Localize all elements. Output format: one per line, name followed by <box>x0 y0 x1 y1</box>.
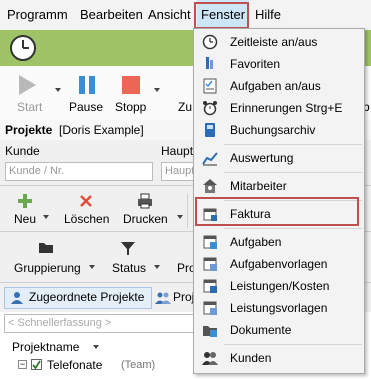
fenster-menu: Zeitleiste an/aus Favoriten Aufgaben an/… <box>193 28 365 374</box>
menu-programm[interactable]: Programm <box>3 0 72 30</box>
menu-item-aufgaben-toggle[interactable]: Aufgaben an/aus <box>194 75 364 97</box>
delete-icon[interactable] <box>79 194 93 208</box>
loeschen-button[interactable]: Löschen <box>64 212 109 226</box>
stop-icon[interactable] <box>120 74 142 96</box>
stop-dropdown-caret[interactable] <box>154 88 160 92</box>
stop-label: Stopp <box>115 100 147 114</box>
row-telefonate[interactable]: Telefonate <box>47 358 102 372</box>
team-icon <box>155 292 171 304</box>
customers-icon <box>202 352 218 365</box>
faktura-highlight-box <box>195 197 359 226</box>
menu-item-label: Erinnerungen Strg+E <box>230 101 343 115</box>
menu-item-auswertung[interactable]: Auswertung <box>194 147 364 169</box>
menu-item-leistungsvorlagen[interactable]: Leistungsvorlagen <box>194 297 364 319</box>
menu-separator <box>224 172 362 173</box>
menu-item-label: Dokumente <box>230 323 292 337</box>
menu-item-leistungen-kosten[interactable]: Leistungen/Kosten <box>194 275 364 297</box>
menu-item-label: Buchungsarchiv <box>230 123 316 137</box>
menu-separator <box>224 144 362 145</box>
menu-item-aufgaben[interactable]: Aufgaben <box>194 231 364 253</box>
menu-item-label: Auswertung <box>230 151 294 165</box>
menu-item-label: Kunden <box>230 351 272 365</box>
add-icon[interactable] <box>16 192 34 210</box>
zu-label: Zu <box>178 100 193 114</box>
menu-item-mitarbeiter[interactable]: Mitarbeiter <box>194 175 364 197</box>
menu-item-label: Aufgabenvorlagen <box>230 257 328 271</box>
tab-assigned-projects[interactable]: Zugeordnete Projekte <box>4 287 152 309</box>
kunde-input[interactable]: Kunde / Nr. <box>5 162 153 181</box>
menu-item-zeitleiste[interactable]: Zeitleiste an/aus <box>194 31 364 53</box>
pause-label: Pause <box>69 100 104 114</box>
toolbar-separator <box>187 194 188 228</box>
service-template-icon <box>203 301 217 315</box>
expand-icon[interactable]: − <box>18 360 27 369</box>
printer-icon[interactable] <box>136 192 154 210</box>
play-icon[interactable] <box>16 74 38 96</box>
gruppierung-dropdown-caret[interactable] <box>89 265 95 269</box>
employees-icon <box>203 179 217 193</box>
drucken-dropdown-caret[interactable] <box>177 215 183 219</box>
neu-dropdown-caret[interactable] <box>43 215 49 219</box>
tab-assigned-label: Zugeordnete Projekte <box>29 290 145 304</box>
menu-item-erinnerungen[interactable]: Erinnerungen Strg+E <box>194 97 364 119</box>
menu-item-label: Leistungen/Kosten <box>230 279 330 293</box>
column-projektname[interactable]: Projektname <box>12 340 79 354</box>
sort-icon[interactable] <box>93 345 99 349</box>
menu-item-label: Leistungsvorlagen <box>230 301 328 315</box>
gruppierung-button[interactable]: Gruppierung <box>14 261 81 275</box>
clock-icon <box>202 34 218 50</box>
tab-projects[interactable]: Proj <box>153 287 195 309</box>
menu-ansicht[interactable]: Ansicht <box>144 0 195 30</box>
menu-item-label: Aufgaben <box>230 235 282 249</box>
services-costs-icon <box>203 279 217 293</box>
menu-item-label: Mitarbeiter <box>230 179 287 193</box>
menu-item-buchungsarchiv[interactable]: Buchungsarchiv <box>194 119 364 141</box>
check-icon <box>32 360 41 369</box>
start-label: Start <box>17 100 43 114</box>
projects-title: Projekte <box>5 123 53 137</box>
chart-icon <box>202 152 218 166</box>
favorites-icon <box>206 57 213 69</box>
row-tag: (Team) <box>121 359 156 371</box>
menu-item-label: Favoriten <box>230 57 281 71</box>
menu-item-aufgabenvorlagen[interactable]: Aufgabenvorlagen <box>194 253 364 275</box>
tasks-icon <box>203 78 217 94</box>
menu-item-favoriten[interactable]: Favoriten <box>194 53 364 75</box>
menu-item-label: Aufgaben an/aus <box>230 79 321 93</box>
fenster-highlight-box <box>194 2 249 29</box>
status-dropdown-caret[interactable] <box>154 265 160 269</box>
filter-icon[interactable] <box>120 240 136 256</box>
menu-separator <box>224 228 362 229</box>
menu-item-dokumente[interactable]: Dokumente <box>194 319 364 341</box>
task-list-icon <box>203 235 217 249</box>
row-checkbox[interactable] <box>31 359 42 370</box>
documents-icon <box>203 326 217 337</box>
drucken-button[interactable]: Drucken <box>123 212 168 226</box>
projects-subtitle: [Doris Example] <box>59 123 144 137</box>
menu-hilfe[interactable]: Hilfe <box>251 0 285 30</box>
menu-item-label: Zeitleiste an/aus <box>230 35 318 49</box>
haupt-label: Haupt <box>161 144 194 158</box>
folder-icon[interactable] <box>38 240 54 254</box>
pause-icon[interactable] <box>76 74 98 96</box>
task-template-icon <box>203 257 217 271</box>
neu-button[interactable]: Neu <box>14 212 36 226</box>
alarm-clock-icon <box>203 101 217 116</box>
menu-bar: Programm Bearbeiten Ansicht Fenster Hilf… <box>0 0 371 31</box>
menu-separator <box>224 344 362 345</box>
start-dropdown-caret[interactable] <box>55 88 61 92</box>
user-icon <box>11 292 23 304</box>
status-button[interactable]: Status <box>112 261 146 275</box>
tab-projects-label: Proj <box>173 290 195 304</box>
archive-icon <box>205 123 215 137</box>
kunde-label: Kunde <box>5 144 40 158</box>
clock-icon[interactable] <box>8 33 38 63</box>
menu-bearbeiten[interactable]: Bearbeiten <box>76 0 147 30</box>
menu-item-kunden[interactable]: Kunden <box>194 347 364 369</box>
